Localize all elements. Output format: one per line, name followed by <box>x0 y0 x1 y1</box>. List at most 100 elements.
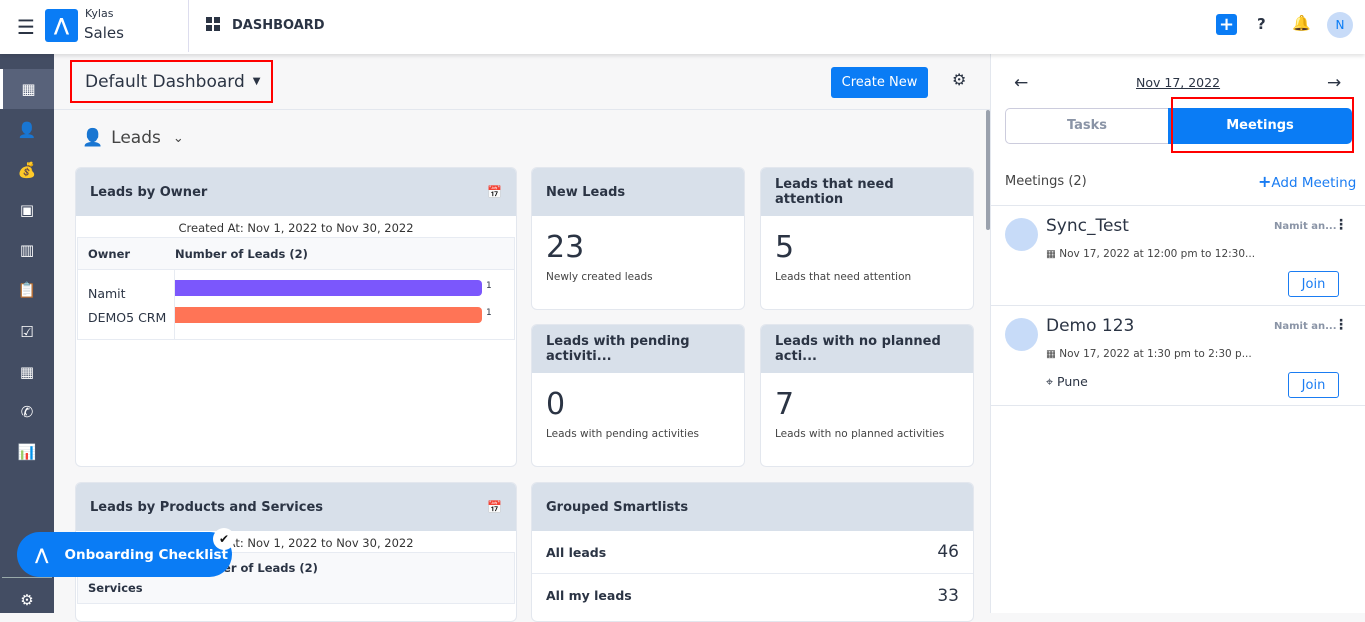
meeting-item[interactable]: Demo 123 Namit an... ⋮ ▦ Nov 17, 2022 at… <box>991 306 1365 406</box>
sidebar-item-dashboard[interactable]: ▦ <box>0 69 54 109</box>
gear-icon[interactable]: ⚙ <box>952 70 966 89</box>
location-pin-icon: ⌖ <box>1046 374 1058 389</box>
sidebar-item-contacts[interactable]: ▣ <box>0 190 54 230</box>
dashboard-icon <box>206 17 220 31</box>
smartlist-item[interactable]: All my leads 33 <box>532 574 973 617</box>
check-icon: ✔ <box>213 528 235 550</box>
meeting-time: ▦ Nov 17, 2022 at 12:00 pm to 12:30... <box>1046 248 1255 260</box>
join-button[interactable]: Join <box>1288 372 1339 398</box>
calendar-icon: ▦ <box>1046 248 1060 260</box>
calendar-icon[interactable]: 📅 <box>487 185 502 199</box>
card-title: Leads by Products and Services <box>90 499 324 515</box>
meeting-owner: Namit an... <box>1274 221 1337 232</box>
add-meeting-link[interactable]: +Add Meeting <box>1258 172 1356 191</box>
meeting-time-text: Nov 17, 2022 at 1:30 pm to 2:30 p... <box>1059 348 1252 360</box>
stat-card-new-leads[interactable]: New Leads 23 Newly created leads <box>531 167 745 310</box>
meeting-time: ▦ Nov 17, 2022 at 1:30 pm to 2:30 p... <box>1046 348 1252 360</box>
stat-value: 5 <box>775 230 795 265</box>
plus-icon: + <box>1258 172 1272 191</box>
page-title: DASHBOARD <box>232 18 325 33</box>
more-options-icon[interactable]: ⋮ <box>1334 317 1348 333</box>
stat-desc: Leads that need attention <box>775 271 912 283</box>
bar-value: 1 <box>486 281 492 291</box>
smartlist-label: All leads <box>546 544 607 560</box>
avatar[interactable]: N <box>1327 12 1353 38</box>
stat-card-pending[interactable]: Leads with pending activiti... 0 Leads w… <box>531 324 745 467</box>
sidebar-item-reports[interactable]: 📊 <box>0 432 54 472</box>
current-date[interactable]: Nov 17, 2022 <box>1136 75 1220 90</box>
meeting-title: Demo 123 <box>1046 316 1135 336</box>
join-button[interactable]: Join <box>1288 271 1339 297</box>
meeting-avatar <box>1005 218 1038 251</box>
col-owner: Owner <box>88 246 131 261</box>
section-header[interactable]: 👤 Leads ⌄ <box>82 128 184 148</box>
sidebar-item-quotes[interactable]: 📋 <box>0 270 54 310</box>
hamburger-menu-icon[interactable]: ☰ <box>17 15 35 39</box>
add-meeting-label: Add Meeting <box>1271 175 1357 191</box>
meeting-avatar <box>1005 318 1038 351</box>
sidebar-item-leads[interactable]: 👤 <box>0 110 54 150</box>
divider <box>2 577 52 578</box>
tab-tasks[interactable]: Tasks <box>1005 108 1168 144</box>
meeting-time-text: Nov 17, 2022 at 12:00 pm to 12:30... <box>1059 248 1256 260</box>
sidebar-item-tasks[interactable]: ☑ <box>0 312 54 352</box>
sidebar: ▦ 👤 💰 ▣ ▥ 📋 ☑ ▦ ✆ 📊 ⚙ <box>0 54 54 613</box>
divider <box>54 109 990 110</box>
card-title: Leads with pending activiti... <box>532 325 744 373</box>
onboarding-checklist-button[interactable]: ⋀ Onboarding Checklist ✔ <box>17 528 235 577</box>
meeting-title: Sync_Test <box>1046 216 1129 236</box>
add-icon[interactable]: + <box>1216 14 1237 35</box>
sidebar-item-companies[interactable]: ▥ <box>0 230 54 270</box>
stat-desc: Leads with no planned activities <box>775 428 945 440</box>
chevron-down-icon: ⌄ <box>172 130 184 146</box>
meeting-item[interactable]: Sync_Test Namit an... ⋮ ▦ Nov 17, 2022 a… <box>991 206 1365 306</box>
brand-top: Kylas <box>85 7 114 20</box>
col-count: Number of Leads (2) <box>175 246 308 261</box>
kylas-logo-icon: ⋀ <box>35 545 49 564</box>
bar-value: 1 <box>486 308 492 318</box>
caret-down-icon: ▼ <box>252 76 261 87</box>
location-text: Pune <box>1057 374 1088 389</box>
next-date-arrow-icon[interactable]: → <box>1327 73 1341 93</box>
smartlist-item[interactable]: All leads 46 <box>532 531 973 574</box>
bar-demo5-crm[interactable] <box>175 307 482 323</box>
create-new-button[interactable]: Create New <box>831 67 928 98</box>
prev-date-arrow-icon[interactable]: ← <box>1014 73 1028 93</box>
kylas-logo: ⋀ <box>45 9 78 42</box>
stat-desc: Leads with pending activities <box>546 428 700 440</box>
grouped-smartlists-card: Grouped Smartlists All leads 46 All my l… <box>531 482 974 622</box>
stat-value: 7 <box>775 387 795 422</box>
date-range: Created At: Nov 1, 2022 to Nov 30, 2022 <box>178 221 414 235</box>
sidebar-item-calendar[interactable]: ▦ <box>0 352 54 392</box>
sidebar-item-calls[interactable]: ✆ <box>0 392 54 432</box>
card-title: Grouped Smartlists <box>532 483 973 531</box>
dashboard-name: Default Dashboard <box>85 71 245 92</box>
card-title: Leads by Owner <box>90 184 208 200</box>
brand-bottom: Sales <box>84 24 124 42</box>
help-icon[interactable]: ? <box>1257 15 1266 33</box>
stat-card-no-planned[interactable]: Leads with no planned acti... 7 Leads wi… <box>760 324 974 467</box>
card-title: Leads with no planned acti... <box>761 325 973 373</box>
bar-namit[interactable] <box>175 280 482 296</box>
meeting-owner: Namit an... <box>1274 321 1337 332</box>
highlight-box <box>1171 97 1354 153</box>
stat-value: 0 <box>546 387 566 422</box>
smartlist-label: All my leads <box>546 588 632 603</box>
meetings-count: Meetings (2) <box>1005 174 1087 189</box>
smartlist-count: 33 <box>937 585 959 606</box>
stat-value: 23 <box>546 230 585 265</box>
leads-by-owner-card: Leads by Owner 📅 Created At: Nov 1, 2022 … <box>75 167 517 467</box>
owner-name: DEMO5 CRM <box>88 310 167 325</box>
stat-card-attention[interactable]: Leads that need attention 5 Leads that n… <box>760 167 974 310</box>
onboarding-label: Onboarding Checklist <box>64 546 228 563</box>
more-options-icon[interactable]: ⋮ <box>1334 217 1348 233</box>
card-title: Leads that need attention <box>761 168 973 216</box>
calendar-icon[interactable]: 📅 <box>487 500 502 514</box>
sidebar-item-deals[interactable]: 💰 <box>0 150 54 190</box>
divider <box>188 0 189 52</box>
smartlist-count: 46 <box>937 542 959 562</box>
bell-icon[interactable]: 🔔 <box>1292 14 1311 32</box>
settings-icon[interactable]: ⚙ <box>0 580 54 620</box>
col-product: Services <box>88 581 143 595</box>
dashboard-selector[interactable]: Default Dashboard ▼ <box>70 60 273 103</box>
